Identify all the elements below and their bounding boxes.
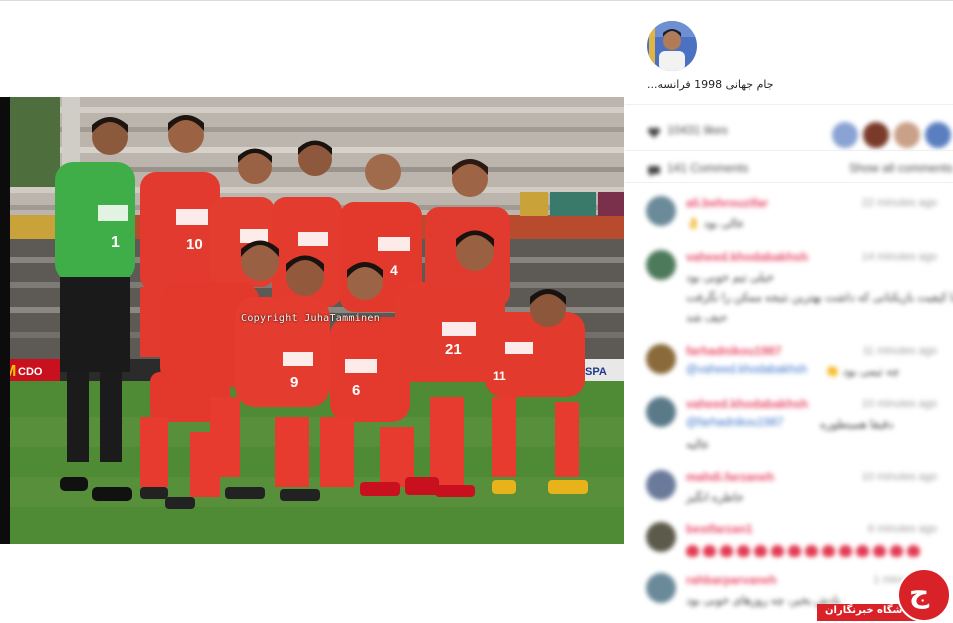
heart-icon	[788, 545, 801, 557]
likers-avatars[interactable]	[829, 120, 953, 150]
comment-mention[interactable]: @farhadnikou1987	[686, 417, 783, 429]
profile-avatar[interactable]	[647, 21, 697, 71]
comment-text: چه تیمی بود 👏	[825, 366, 900, 378]
heart-icon	[839, 545, 852, 557]
divider	[625, 150, 953, 151]
photo-watermark: Copyright JuhaTamminen	[241, 313, 381, 324]
liker-avatar[interactable]	[891, 120, 922, 150]
liker-avatar[interactable]	[829, 120, 860, 150]
svg-text:CDO: CDO	[18, 366, 43, 378]
heart-icon	[873, 545, 886, 557]
comment-time: 10 minutes ago	[861, 471, 937, 483]
comment-time: 22 minutes ago	[861, 197, 937, 209]
svg-text:10: 10	[186, 236, 203, 253]
commenter-avatar[interactable]	[646, 344, 676, 374]
comment-time: 6 minutes ago	[867, 523, 937, 535]
comment-text: عالی بود 👌	[686, 218, 745, 230]
comment-item: bestfarzan1 6 minutes ago	[625, 522, 953, 562]
comment-text: دقیقا همینطوره	[820, 419, 894, 431]
commenter-avatar[interactable]	[646, 522, 676, 552]
comment-item: farhadnikou1987 11 minutes ago @vaheed.k…	[625, 344, 953, 384]
svg-text:SPA: SPA	[585, 366, 607, 378]
svg-text:21: 21	[445, 341, 462, 358]
heart-icon	[890, 545, 903, 557]
post-caption: جام جهانی 1998 فرانسه...	[647, 78, 774, 91]
heart-icon	[856, 545, 869, 557]
divider	[625, 104, 953, 105]
avatar-image	[647, 21, 697, 71]
show-all-comments-link[interactable]: Show all comments	[849, 161, 953, 175]
comment-item: vaheed.khodabakhsh 10 minutes ago @farha…	[625, 397, 953, 457]
comment-text: این تیم با کیفیت بازیکنانی که داشت بهتری…	[686, 292, 953, 304]
comment-username[interactable]: mahdi.farzaneh	[686, 470, 774, 484]
heart-icon	[720, 545, 733, 557]
likes-row[interactable]: 10431 likes	[625, 120, 953, 150]
comment-time: 14 minutes ago	[861, 251, 937, 263]
heart-icon	[686, 545, 699, 557]
svg-text:6: 6	[352, 382, 360, 399]
commenter-avatar[interactable]	[646, 250, 676, 280]
heart-icon	[822, 545, 835, 557]
heart-icon	[805, 545, 818, 557]
comment-time: 11 minutes ago	[862, 345, 937, 357]
comment-text: عالیه	[686, 439, 710, 451]
heart-icon	[703, 545, 716, 557]
likes-count: 10431 likes	[667, 123, 728, 137]
liker-avatar[interactable]	[923, 120, 953, 150]
comment-item: vaheed.khodabakhsh 14 minutes ago خیلی ت…	[625, 250, 953, 330]
post-photo[interactable]: M CDO SPA 1 10	[0, 97, 624, 544]
svg-text:1: 1	[111, 234, 120, 251]
comment-username[interactable]: bestfarzan1	[686, 522, 753, 536]
comment-time: 10 minutes ago	[861, 398, 937, 410]
divider	[625, 182, 953, 183]
comment-mention[interactable]: @vaheed.khodabakhsh	[686, 364, 807, 376]
comments-summary-row: 141 Comments Show all comments	[625, 158, 953, 178]
commenter-avatar[interactable]	[646, 196, 676, 226]
comment-username[interactable]: vaheed.khodabakhsh	[686, 397, 808, 411]
comment-text: حیف شد	[686, 312, 728, 324]
svg-text:9: 9	[290, 374, 298, 391]
commenter-avatar[interactable]	[646, 397, 676, 427]
heart-icon	[771, 545, 784, 557]
comment-username[interactable]: farhadnikou1987	[686, 344, 781, 358]
heart-icon	[907, 545, 920, 557]
heart-icon[interactable]	[647, 124, 661, 138]
svg-text:11: 11	[493, 369, 506, 383]
comment-item: mahdi.farzaneh 10 minutes ago خاطره انگی…	[625, 470, 953, 510]
brand-logo-icon: ج	[897, 568, 951, 622]
liker-avatar[interactable]	[860, 120, 891, 150]
heart-icon	[737, 545, 750, 557]
heart-icon	[754, 545, 767, 557]
heart-emoji-row	[686, 542, 924, 557]
comment-text: خیلی تیم خوبی بود	[686, 272, 774, 284]
comment-text: خاطره انگیز	[686, 492, 744, 504]
commenter-avatar[interactable]	[646, 573, 676, 603]
commenter-avatar[interactable]	[646, 470, 676, 500]
comment-username[interactable]: ali.behrouzifar	[686, 196, 768, 210]
comment-icon	[647, 162, 661, 177]
comments-count: 141 Comments	[667, 161, 749, 175]
comment-item: ali.behrouzifar 22 minutes ago عالی بود …	[625, 196, 953, 236]
post-side-panel: جام جهانی 1998 فرانسه... 10431 likes 141…	[625, 0, 953, 623]
brand-logo-text: باشگاه خبرنگاران	[825, 605, 910, 616]
comment-username[interactable]: vaheed.khodabakhsh	[686, 250, 808, 264]
comment-username[interactable]: rahbarparvaneh	[686, 573, 777, 587]
svg-text:4: 4	[390, 262, 398, 278]
